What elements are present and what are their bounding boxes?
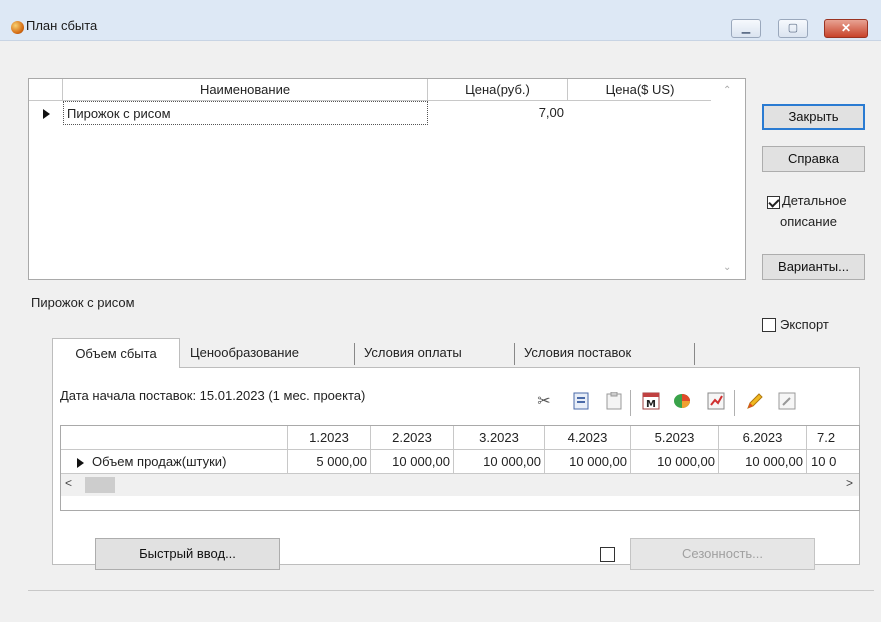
tab-pricing[interactable]: Ценообразование [190, 338, 299, 368]
chart-icon[interactable] [672, 390, 694, 412]
export-label: Экспорт [780, 317, 829, 332]
maximize-icon: ▢ [787, 22, 799, 34]
svg-text:M: M [646, 399, 656, 410]
scrollbar-thumb[interactable] [85, 477, 115, 493]
sales-value-cell[interactable]: 10 000,00 [719, 450, 807, 474]
detail-description-label: Детальное [782, 193, 847, 208]
column-header-price-rub[interactable]: Цена(руб.) [428, 79, 568, 101]
product-name-cell[interactable]: Пирожок с рисом [63, 101, 428, 125]
column-header-name[interactable]: Наименование [63, 79, 428, 101]
row-header-corner [61, 426, 288, 450]
calc-icon[interactable] [705, 390, 727, 412]
pencil-icon[interactable] [744, 390, 766, 412]
scroll-left-icon[interactable]: < [65, 476, 72, 490]
close-window-button[interactable]: ✕ [824, 19, 868, 38]
tab-delivery-terms[interactable]: Условия поставок [524, 338, 631, 368]
seasonality-button: Сезонность... [630, 538, 815, 570]
tab-separator [694, 343, 695, 365]
paste-icon[interactable] [603, 390, 625, 412]
column-header-month[interactable]: 1.2023 [288, 426, 371, 450]
close-button[interactable]: Закрыть [762, 104, 865, 130]
column-header-month[interactable]: 2.2023 [371, 426, 454, 450]
column-header-month[interactable]: 6.2023 [719, 426, 807, 450]
tab-separator [354, 343, 355, 365]
tab-sales-volume[interactable]: Объем сбыта [52, 338, 180, 368]
variants-button[interactable]: Варианты... [762, 254, 865, 280]
scroll-up-icon[interactable]: ⌃ [723, 85, 731, 96]
scroll-down-icon[interactable]: ⌄ [723, 262, 731, 273]
copy-icon[interactable] [570, 390, 592, 412]
detail-description-label-2: описание [780, 214, 837, 229]
selected-product-label: Пирожок с рисом [31, 295, 135, 310]
help-button[interactable]: Справка [762, 146, 865, 172]
current-row-icon [43, 109, 50, 119]
scroll-right-icon[interactable]: > [846, 476, 853, 490]
memo-icon[interactable]: M [640, 390, 662, 412]
column-header-price-usd[interactable]: Цена($ US) [568, 79, 713, 101]
vertical-scrollbar[interactable]: ⌃ ⌄ [711, 79, 745, 279]
maximize-button[interactable]: ▢ [778, 19, 808, 38]
start-date-label: Дата начала поставок: 15.01.2023 (1 мес.… [60, 388, 366, 403]
row-indicator-header [29, 79, 63, 101]
horizontal-scrollbar[interactable]: < > [61, 474, 859, 496]
app-icon [11, 21, 24, 34]
sales-grid[interactable]: 1.2023 2.2023 3.2023 4.2023 5.2023 6.202… [60, 425, 860, 511]
cut-icon[interactable]: ✂ [533, 390, 555, 412]
tab-separator [514, 343, 515, 365]
detail-description-checkbox[interactable] [767, 196, 780, 209]
sales-value-cell[interactable]: 10 000,00 [371, 450, 454, 474]
column-header-month[interactable]: 5.2023 [631, 426, 719, 450]
export-checkbox[interactable] [762, 318, 776, 332]
sales-value-cell[interactable]: 10 000,00 [631, 450, 719, 474]
divider [28, 590, 874, 591]
sales-value-cell[interactable]: 5 000,00 [288, 450, 371, 474]
minimize-icon: ▁ [741, 22, 751, 34]
quick-input-button[interactable]: Быстрый ввод... [95, 538, 280, 570]
seasonality-checkbox[interactable] [600, 547, 615, 562]
table-icon[interactable] [776, 390, 798, 412]
close-icon: ✕ [840, 21, 852, 35]
product-price-usd-cell[interactable] [568, 101, 713, 125]
sales-value-cell[interactable]: 10 0 [807, 450, 859, 474]
title-bar: План сбыта ▁ ▢ ✕ [0, 0, 881, 41]
sales-value-cell[interactable]: 10 000,00 [454, 450, 545, 474]
sales-value-cell[interactable]: 10 000,00 [545, 450, 631, 474]
tab-payment-terms[interactable]: Условия оплаты [364, 338, 462, 368]
window-title: План сбыта [26, 18, 98, 33]
plan-sales-window: План сбыта ▁ ▢ ✕ Наименование Цена(руб.)… [0, 0, 881, 622]
toolbar-separator [630, 390, 631, 416]
column-header-month[interactable]: 3.2023 [454, 426, 545, 450]
minimize-button[interactable]: ▁ [731, 19, 761, 38]
current-row-icon [77, 457, 84, 468]
sales-row-label: Объем продаж(штуки) [92, 454, 227, 469]
product-price-rub-cell[interactable]: 7,00 [428, 101, 568, 125]
toolbar-separator [734, 390, 735, 416]
products-grid[interactable]: Наименование Цена(руб.) Цена($ US) Пирож… [28, 78, 746, 280]
column-header-month[interactable]: 4.2023 [545, 426, 631, 450]
sales-row-label-cell: Объем продаж(штуки) [61, 450, 288, 474]
column-header-month[interactable]: 7.2 [807, 426, 859, 450]
